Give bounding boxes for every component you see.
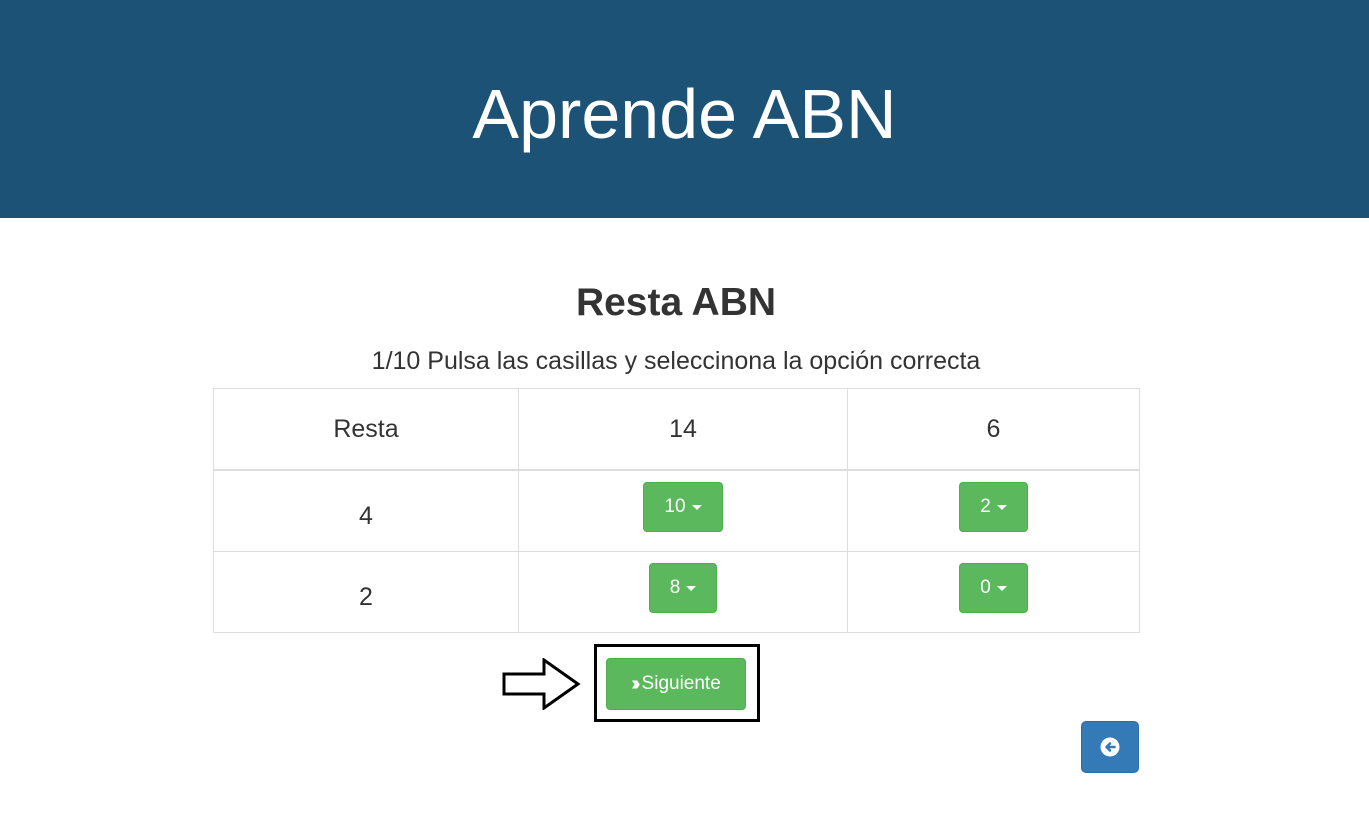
minuend-tens: 14	[518, 388, 848, 471]
table-cell: 8	[518, 551, 848, 633]
caret-down-icon	[996, 585, 1007, 591]
answer-dropdown[interactable]: 0	[959, 563, 1028, 613]
site-title: Aprende ABN	[472, 75, 897, 153]
table-cell: 10	[518, 469, 848, 552]
row-label: 4	[213, 469, 519, 552]
caret-down-icon	[691, 504, 702, 510]
back-button[interactable]	[1081, 721, 1139, 773]
double-chevron-right-icon: ››	[631, 673, 641, 695]
next-button[interactable]: ›› Siguiente	[606, 658, 746, 710]
caret-down-icon	[686, 585, 697, 591]
caret-down-icon	[996, 504, 1007, 510]
table-cell: 0	[847, 551, 1140, 633]
answer-dropdown[interactable]: 10	[643, 482, 723, 532]
answer-dropdown[interactable]: 8	[648, 563, 718, 613]
table-row: 4 10 2	[213, 469, 1140, 552]
circle-arrow-left-icon	[1100, 737, 1120, 757]
operation-label: Resta	[213, 388, 519, 471]
dropdown-value: 0	[980, 577, 991, 598]
instructions-text: 1/10 Pulsa las casillas y seleccinona la…	[371, 347, 981, 375]
next-button-label: Siguiente	[641, 673, 721, 694]
dropdown-value: 2	[980, 496, 991, 517]
subtrahend-units: 6	[847, 388, 1140, 471]
outline-arrow-right-icon	[502, 658, 581, 710]
table-cell: 2	[847, 469, 1140, 552]
table-header-row: Resta 14 6	[213, 388, 1140, 471]
abn-table: Resta 14 6 4 10 2 2 8 0	[213, 388, 1140, 633]
dropdown-value: 10	[664, 496, 686, 517]
header-banner: Aprende ABN	[0, 0, 1369, 218]
table-row: 2 8 0	[213, 551, 1140, 633]
dropdown-value: 8	[669, 577, 681, 598]
row-label: 2	[213, 551, 519, 633]
page-title: Resta ABN	[575, 281, 777, 324]
answer-dropdown[interactable]: 2	[959, 482, 1028, 532]
